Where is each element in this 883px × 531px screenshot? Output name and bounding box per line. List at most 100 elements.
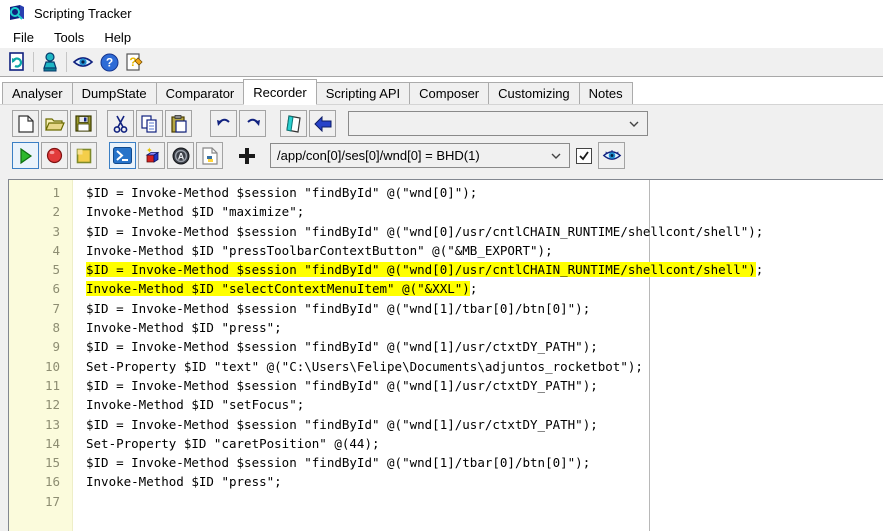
play-button[interactable] bbox=[12, 142, 39, 169]
new-file-button[interactable] bbox=[12, 110, 39, 137]
copy-icon bbox=[141, 114, 157, 133]
code-line[interactable]: 16 Invoke-Method $ID "press"; bbox=[9, 472, 883, 491]
line-number: 13 bbox=[44, 416, 60, 432]
import-button[interactable] bbox=[309, 110, 336, 137]
tab-scripting-api[interactable]: Scripting API bbox=[315, 82, 411, 104]
line-number: 11 bbox=[44, 377, 60, 393]
toolbar-separator bbox=[33, 52, 34, 72]
refresh-script-button[interactable] bbox=[4, 50, 30, 74]
script-editor[interactable]: 1 $ID = Invoke-Method $session "findById"… bbox=[8, 179, 883, 531]
paste-button[interactable] bbox=[165, 110, 192, 137]
autoit-button[interactable]: A bbox=[167, 142, 194, 169]
code-line[interactable]: 12 Invoke-Method $ID "setFocus"; bbox=[9, 395, 883, 414]
watch-button[interactable] bbox=[70, 50, 96, 74]
copy-button[interactable] bbox=[136, 110, 163, 137]
code-line[interactable]: 4 Invoke-Method $ID "pressToolbarContextB… bbox=[9, 241, 883, 260]
code-line[interactable]: 13 $ID = Invoke-Method $session "findById… bbox=[9, 415, 883, 434]
code-line[interactable]: 1 $ID = Invoke-Method $session "findById"… bbox=[9, 183, 883, 202]
watch-eye-icon bbox=[602, 150, 621, 160]
save-file-button[interactable] bbox=[70, 110, 97, 137]
notes-button[interactable] bbox=[280, 110, 307, 137]
menu-tools[interactable]: Tools bbox=[44, 28, 94, 47]
svg-text:A: A bbox=[177, 151, 184, 161]
line-text: $ID = Invoke-Method $session "findById" … bbox=[86, 262, 764, 278]
paste-icon bbox=[170, 114, 187, 133]
highlighted-text: $ID = Invoke-Method $session "findById" … bbox=[86, 262, 756, 278]
open-file-button[interactable] bbox=[41, 110, 68, 137]
line-text: $ID = Invoke-Method $session "findById" … bbox=[86, 223, 764, 239]
session-icon bbox=[43, 52, 57, 72]
code-line[interactable]: 10 Set-Property $ID "text" @("C:\Users\Fe… bbox=[9, 357, 883, 376]
vb-cube-icon: ✦ bbox=[145, 147, 159, 163]
stop-button[interactable] bbox=[70, 142, 97, 169]
vb-cube-button[interactable]: ✦ bbox=[138, 142, 165, 169]
menu-help[interactable]: Help bbox=[94, 28, 141, 47]
menu-file[interactable]: File bbox=[3, 28, 44, 47]
save-file-icon bbox=[75, 115, 92, 132]
code-line[interactable]: 3 $ID = Invoke-Method $session "findById"… bbox=[9, 222, 883, 241]
tab-composer[interactable]: Composer bbox=[409, 82, 490, 104]
tab-comparator[interactable]: Comparator bbox=[155, 82, 245, 104]
tab-recorder[interactable]: Recorder bbox=[243, 79, 317, 105]
undo-icon bbox=[216, 118, 230, 126]
code-line[interactable]: 5 $ID = Invoke-Method $session "findById"… bbox=[9, 260, 883, 279]
help-icon: ? bbox=[100, 53, 118, 71]
app-icon bbox=[8, 5, 26, 21]
edit-toolbar bbox=[12, 110, 648, 137]
refresh-script-icon bbox=[9, 52, 24, 71]
line-text: Set-Property $ID "text" @("C:\Users\Feli… bbox=[86, 358, 643, 374]
record-button[interactable] bbox=[41, 142, 68, 169]
line-text: Invoke-Method $ID "setFocus"; bbox=[86, 397, 305, 413]
tab-analyser[interactable]: Analyser bbox=[2, 82, 73, 104]
code-line[interactable]: 17 bbox=[9, 492, 883, 511]
cut-icon bbox=[113, 115, 128, 133]
code-line[interactable]: 6 Invoke-Method $ID "selectContextMenuIte… bbox=[9, 279, 883, 298]
watch-eye-icon bbox=[72, 57, 94, 67]
add-button[interactable] bbox=[233, 142, 260, 169]
line-text: $ID = Invoke-Method $session "findById" … bbox=[86, 339, 598, 355]
help-button[interactable]: ? bbox=[96, 50, 122, 74]
line-text: $ID = Invoke-Method $session "findById" … bbox=[86, 416, 598, 432]
redo-icon bbox=[246, 118, 260, 126]
tab-dumpstate[interactable]: DumpState bbox=[71, 82, 157, 104]
line-text: $ID = Invoke-Method $session "findById" … bbox=[86, 185, 478, 200]
context-help-button[interactable]: ? bbox=[122, 50, 148, 74]
code-line[interactable]: 7 $ID = Invoke-Method $session "findById"… bbox=[9, 299, 883, 318]
redo-button[interactable] bbox=[239, 110, 266, 137]
svg-text:?: ? bbox=[105, 55, 112, 69]
line-number: 3 bbox=[52, 223, 60, 239]
line-number: 7 bbox=[52, 300, 60, 316]
line-number: 8 bbox=[52, 320, 60, 336]
script-combo[interactable] bbox=[348, 111, 648, 136]
line-number: 14 bbox=[44, 435, 60, 451]
target-combo[interactable]: /app/con[0]/ses[0]/wnd[0] = BHD(1) bbox=[270, 143, 570, 168]
code-line[interactable]: 2 Invoke-Method $ID "maximize"; bbox=[9, 202, 883, 221]
stop-icon bbox=[76, 148, 91, 163]
line-text: Invoke-Method $ID "press"; bbox=[86, 320, 282, 336]
autoit-icon: A bbox=[172, 147, 189, 164]
code-line[interactable]: 11 $ID = Invoke-Method $session "findById… bbox=[9, 376, 883, 395]
window-title: Scripting Tracker bbox=[34, 5, 132, 21]
python-script-button[interactable] bbox=[196, 142, 223, 169]
code-line[interactable]: 14 Set-Property $ID "caretPosition" @(44)… bbox=[9, 434, 883, 453]
python-script-icon bbox=[201, 146, 218, 165]
code-line[interactable]: 9 $ID = Invoke-Method $session "findById"… bbox=[9, 337, 883, 356]
main-toolbar: ? ? bbox=[0, 48, 883, 77]
line-number: 15 bbox=[44, 455, 60, 471]
session-button[interactable] bbox=[37, 50, 63, 74]
cut-button[interactable] bbox=[107, 110, 134, 137]
code-line[interactable]: 15 $ID = Invoke-Method $session "findById… bbox=[9, 453, 883, 472]
line-text: Invoke-Method $ID "selectContextMenuItem… bbox=[86, 281, 478, 297]
code-line[interactable]: 8 Invoke-Method $ID "press"; bbox=[9, 318, 883, 337]
record-icon bbox=[46, 147, 63, 164]
line-number: 5 bbox=[52, 262, 60, 278]
tab-customizing[interactable]: Customizing bbox=[488, 82, 580, 104]
notes-icon bbox=[286, 114, 301, 133]
undo-button[interactable] bbox=[210, 110, 237, 137]
line-number: 2 bbox=[52, 204, 60, 220]
target-checkbox[interactable] bbox=[576, 147, 592, 164]
tab-notes[interactable]: Notes bbox=[578, 82, 633, 104]
line-number: 1 bbox=[52, 185, 60, 200]
powershell-button[interactable] bbox=[109, 142, 136, 169]
watch-target-button[interactable] bbox=[598, 142, 625, 169]
